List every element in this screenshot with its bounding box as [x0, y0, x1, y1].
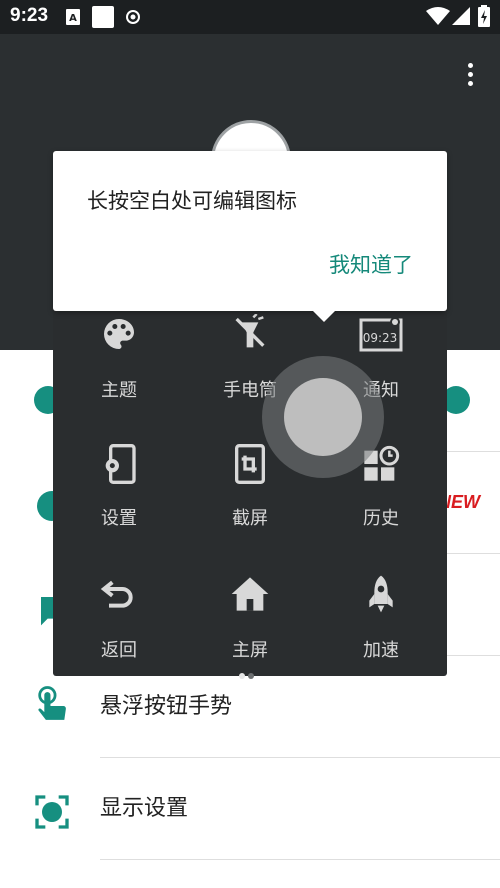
svg-text:A: A: [69, 13, 77, 24]
touch-gesture-icon: [38, 686, 66, 720]
phone-settings-icon: [105, 444, 136, 484]
back-arrow-icon: [100, 580, 133, 608]
menu-item-boost[interactable]: 加速: [321, 574, 441, 684]
tip-popup: 长按空白处可编辑图标 我知道了: [53, 151, 447, 311]
menu-item-label: 历史: [363, 508, 399, 529]
menu-item-back[interactable]: 返回: [59, 574, 179, 684]
menu-item-label: 返回: [101, 640, 137, 661]
signal-icon: [452, 7, 470, 25]
wifi-icon: [426, 7, 450, 25]
battery-charging-icon: [478, 5, 490, 27]
page-dot: [248, 673, 254, 679]
notification-clock-text: 09:23: [363, 331, 398, 345]
floating-ball-center[interactable]: [284, 378, 362, 456]
tip-text: 长按空白处可编辑图标: [87, 189, 297, 213]
rocket-icon: [369, 575, 393, 613]
menu-item-label: 加速: [363, 640, 399, 661]
page-dot-active: [239, 673, 245, 679]
a-notification-icon: A: [66, 9, 80, 25]
got-it-button[interactable]: 我知道了: [329, 249, 413, 279]
tip-arrow: [312, 310, 336, 322]
page-indicator: [239, 664, 257, 683]
display-settings-icon: [35, 795, 69, 829]
floating-menu-panel: 主题 手电筒 09:23 通知 设置 截屏 历史 返回 主屏 加速: [53, 308, 447, 679]
status-bar: 9:23 A: [0, 0, 500, 34]
menu-item-label: 截屏: [232, 508, 268, 529]
more-vertical-icon[interactable]: [460, 60, 480, 90]
divider: [100, 859, 500, 860]
menu-item-label: 设置: [101, 508, 137, 529]
home-icon: [231, 577, 269, 611]
square-notification-icon: [92, 6, 114, 28]
list-item[interactable]: 显示设置: [0, 758, 500, 860]
menu-item-theme[interactable]: 主题: [59, 314, 179, 424]
palette-icon: [104, 319, 134, 349]
notification-clock-icon: 09:23: [359, 317, 403, 352]
status-time: 9:23: [10, 5, 49, 26]
screenshot-crop-icon: [235, 444, 265, 484]
record-notification-icon: [126, 10, 140, 24]
menu-item-settings[interactable]: 设置: [59, 442, 179, 552]
menu-item-label: 主屏: [232, 640, 268, 661]
row-label: 显示设置: [100, 796, 189, 821]
menu-item-label: 主题: [101, 380, 137, 401]
flashlight-off-icon: [235, 314, 265, 348]
